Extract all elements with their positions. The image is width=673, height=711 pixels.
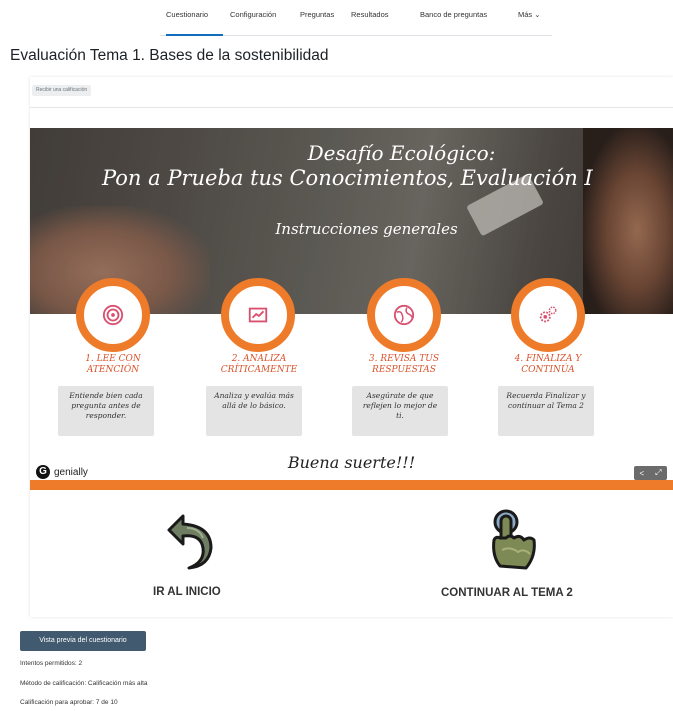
embed-bottom-bar: [30, 480, 673, 490]
good-luck-text: Buena suerte!!!: [287, 453, 416, 472]
active-tab-indicator: [166, 34, 223, 36]
share-icon: <: [639, 468, 645, 478]
card-divider: [30, 107, 673, 108]
tab-preguntas[interactable]: Preguntas: [300, 10, 334, 19]
embed-title-line1: Desafío Ecológico:: [307, 141, 496, 165]
embed-title-line2: Pon a Prueba tus Conocimientos, Evaluaci…: [102, 166, 593, 190]
step1-text: Entiende bien cada pregunta antes de res…: [58, 386, 154, 436]
quiz-preview-button[interactable]: Vista previa del cuestionario: [20, 631, 146, 651]
tab-configuracion[interactable]: Configuración: [230, 10, 276, 19]
step1-title: 1. LEE CON ATENCIÓN: [85, 354, 141, 375]
step3-circle: [367, 278, 441, 352]
share-fullscreen-button[interactable]: < ⤢: [634, 466, 667, 480]
genially-logo-icon: G: [36, 465, 50, 479]
step4-circle: [511, 278, 585, 352]
tab-resultados[interactable]: Resultados: [351, 10, 389, 19]
step2-title: 2. ANALIZA CRÍTICAMENTE: [220, 354, 298, 375]
continue-topic-2-button[interactable]: CONTINUAR AL TEMA 2: [441, 587, 573, 599]
genially-logo[interactable]: G genially: [36, 465, 88, 479]
genially-logo-text: genially: [54, 466, 88, 478]
secondary-navigation: Cuestionario Configuración Preguntas Res…: [0, 0, 673, 36]
genially-embed[interactable]: Desafío Ecológico: Pon a Prueba tus Cono…: [30, 128, 673, 490]
fullscreen-icon: ⤢: [655, 468, 662, 477]
target-icon: [102, 304, 124, 326]
embed-subtitle: Instrucciones generales: [275, 220, 458, 238]
step3-text: Asegúrate de que reflejen lo mejor de ti…: [352, 386, 448, 436]
tab-mas[interactable]: Más ⌄: [518, 10, 541, 19]
completion-badge: Recibir una calificación: [32, 85, 92, 96]
attempts-allowed: Intentos permitidos: 2: [20, 660, 83, 667]
hand-pointer-icon[interactable]: [484, 508, 542, 574]
tab-banco-de-preguntas[interactable]: Banco de preguntas: [420, 10, 487, 19]
step4-text: Recuerda Finalizar y continuar al Tema 2: [498, 386, 594, 436]
go-to-start-button[interactable]: IR AL INICIO: [153, 586, 221, 598]
gear-icon: [539, 306, 557, 323]
step2-circle: [221, 278, 295, 352]
step3-title: 3. REVISA TUS RESPUESTAS: [368, 354, 440, 375]
chart-icon: [248, 307, 268, 323]
tab-cuestionario[interactable]: Cuestionario: [166, 10, 208, 19]
back-arrow-icon[interactable]: [165, 512, 215, 572]
step1-circle: [76, 278, 150, 352]
pass-grade: Calificación para aprobar: 7 de 10: [20, 699, 118, 706]
step2-text: Analiza y evalúa más allá de lo básico.: [206, 386, 302, 436]
globe-icon: [393, 304, 415, 326]
grading-method: Método de calificación: Calificación más…: [20, 680, 148, 687]
page-title: Evaluación Tema 1. Bases de la sostenibi…: [10, 47, 329, 64]
step4-title: 4. FINALIZA Y CONTINÚA: [514, 354, 582, 375]
